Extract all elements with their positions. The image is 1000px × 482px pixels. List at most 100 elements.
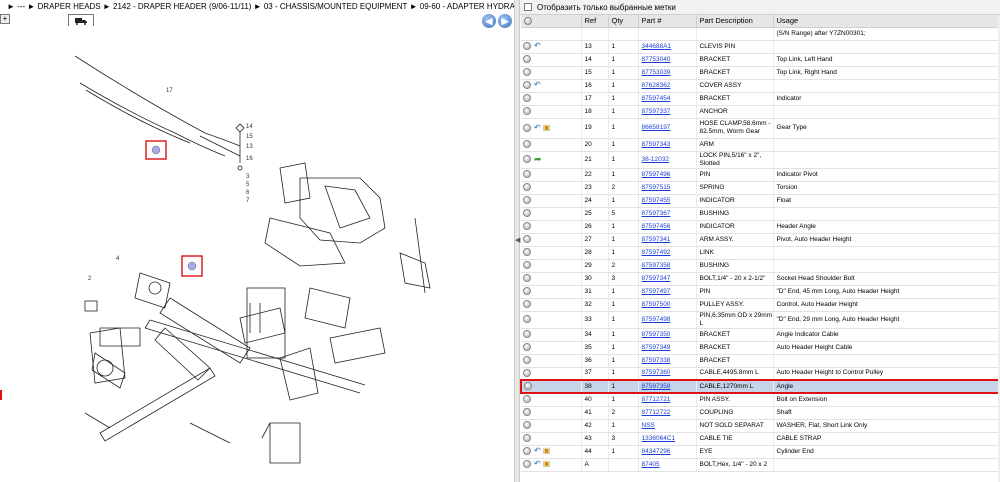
- table-row[interactable]: 43 3 1336064C1 CABLE TIE CABLE STRAP: [521, 432, 1000, 446]
- add-to-cart-icon[interactable]: [523, 343, 531, 352]
- add-to-cart-icon[interactable]: [523, 395, 531, 404]
- table-row[interactable]: 26 1 87597456 INDICATOR Header Angle: [521, 220, 1000, 234]
- replacement-arrow-icon[interactable]: ↶: [534, 460, 541, 468]
- add-to-cart-icon[interactable]: [523, 196, 531, 205]
- kit-box-icon[interactable]: ▣: [543, 123, 551, 132]
- part-number-link[interactable]: NSS: [638, 419, 697, 433]
- add-to-cart-icon[interactable]: [524, 382, 532, 391]
- part-number-link[interactable]: 87597347: [638, 272, 697, 286]
- truck-icon[interactable]: [68, 14, 94, 26]
- add-to-cart-icon[interactable]: [523, 315, 531, 324]
- part-number-link[interactable]: 38-12032: [638, 151, 697, 169]
- table-row[interactable]: 17 1 87597454 BRACKET Indicator: [521, 92, 1000, 106]
- part-number-link[interactable]: 87597338: [638, 354, 697, 368]
- part-number-link[interactable]: 87597497: [638, 285, 697, 299]
- table-row[interactable]: 40 1 87712721 PIN ASSY. Bolt on Extension: [521, 393, 1000, 407]
- column-header-description[interactable]: Part Description: [696, 15, 774, 28]
- part-number-link[interactable]: 87597492: [638, 246, 697, 260]
- table-row[interactable]: 41 2 87712722 COUPLING Shaft: [521, 406, 1000, 420]
- table-row[interactable]: 25 5 87597367 BUSHING: [521, 207, 1000, 221]
- select-all-icon[interactable]: [524, 17, 532, 26]
- part-number-link[interactable]: 87597498: [638, 311, 697, 329]
- part-number-link[interactable]: 86658197: [638, 118, 697, 139]
- breadcrumb-item-heads[interactable]: DRAPER HEADS: [38, 2, 101, 11]
- part-number-link[interactable]: 87597500: [638, 298, 697, 312]
- add-to-cart-icon[interactable]: [523, 155, 531, 164]
- table-row[interactable]: ↶ 16 1 87628362 COVER ASSY: [521, 79, 1000, 93]
- table-row[interactable]: ➦ 21 1 38-12032 LOCK PIN,5/16" x 2", Slotted: [521, 151, 1000, 169]
- add-to-cart-icon[interactable]: [523, 368, 531, 377]
- part-number-link[interactable]: 344688A1: [638, 40, 697, 54]
- table-row[interactable]: 22 1 87597496 PIN Indicator Pivot: [521, 168, 1000, 182]
- replacement-arrow-icon[interactable]: ↶: [534, 123, 541, 132]
- part-number-link[interactable]: 84347296: [638, 445, 697, 459]
- table-row[interactable]: 18 1 87597337 ANCHOR: [521, 105, 1000, 119]
- kit-box-icon[interactable]: ▣: [543, 460, 551, 468]
- table-row[interactable]: 35 1 87597349 BRACKET Auto Header Height Cab…: [521, 341, 1000, 355]
- add-to-cart-icon[interactable]: [523, 170, 531, 179]
- table-row[interactable]: 28 1 87597492 LINK: [521, 246, 1000, 260]
- part-number-link[interactable]: 87597455: [638, 194, 697, 208]
- part-number-link[interactable]: 87597359: [638, 379, 697, 394]
- table-row[interactable]: 29 2 87597358 BUSHING: [521, 259, 1000, 273]
- part-number-link[interactable]: 87597337: [638, 105, 697, 119]
- table-row[interactable]: 38 1 87597359 CABLE,1270mm L Angle: [520, 379, 1000, 394]
- add-to-cart-icon[interactable]: [523, 274, 531, 283]
- part-number-link[interactable]: 87597343: [638, 138, 697, 152]
- part-number-link[interactable]: 87597515: [638, 181, 697, 195]
- table-row[interactable]: 23 2 87597515 SPRING Torsion: [521, 181, 1000, 195]
- table-row[interactable]: 30 3 87597347 BOLT,1/4" - 20 x 2-1/2" Socket…: [521, 272, 1000, 286]
- column-header-ref[interactable]: Ref: [581, 15, 609, 28]
- part-number-link[interactable]: 1336064C1: [638, 432, 697, 446]
- table-row[interactable]: 36 1 87597338 BRACKET: [521, 354, 1000, 368]
- table-row[interactable]: 24 1 87597455 INDICATOR Float: [521, 194, 1000, 208]
- part-number-link[interactable]: 87712722: [638, 406, 697, 420]
- breadcrumb-item-chassis[interactable]: 03 - CHASSIS/MOUNTED EQUIPMENT: [264, 2, 408, 11]
- table-row[interactable]: ↶ ▣ 19 1 86658197 HOSE CLAMP,58.6mm - 82.5mm,…: [521, 118, 1000, 139]
- add-to-cart-icon[interactable]: [523, 42, 531, 51]
- add-to-cart-icon[interactable]: [523, 123, 531, 132]
- part-number-link[interactable]: 87597341: [638, 233, 697, 247]
- add-to-cart-icon[interactable]: [523, 421, 531, 430]
- breadcrumb-item-adapter[interactable]: 09-60 - ADAPTER HYDRAULIC CENTER LINK...: [420, 2, 514, 11]
- table-row[interactable]: 14 1 87753040 BRACKET Top Link, Left Hand: [521, 53, 1000, 67]
- add-to-cart-icon[interactable]: [523, 55, 531, 64]
- add-to-cart-icon[interactable]: [523, 235, 531, 244]
- table-row[interactable]: 42 1 NSS NOT SOLD SEPARAT WASHER, Flat, Shor…: [521, 419, 1000, 433]
- add-to-cart-icon[interactable]: [523, 68, 531, 77]
- table-row[interactable]: 37 1 87597360 CABLE,4495.8mm L Auto Header H…: [521, 367, 1000, 381]
- replacement-arrow-icon[interactable]: ↶: [534, 81, 541, 89]
- table-row[interactable]: ↶ ▣ A 87405 BOLT,Hex, 1/4" - 20 x 2: [521, 458, 1000, 472]
- replacement-arrow-icon[interactable]: ↶: [534, 42, 541, 50]
- part-number-link[interactable]: 87597350: [638, 328, 697, 342]
- column-header-qty[interactable]: Qty: [608, 15, 639, 28]
- table-row[interactable]: 27 1 87597341 ARM ASSY. Pivot, Auto Header H…: [521, 233, 1000, 247]
- part-number-link[interactable]: 87597496: [638, 168, 697, 182]
- add-to-cart-icon[interactable]: [523, 356, 531, 365]
- add-to-cart-icon[interactable]: [523, 209, 531, 218]
- table-row[interactable]: ↶ 13 1 344688A1 CLEVIS PIN: [521, 40, 1000, 54]
- collapse-arrow-icon[interactable]: ◀: [515, 236, 520, 246]
- part-number-link[interactable]: 87597456: [638, 220, 697, 234]
- table-row[interactable]: 31 1 87597497 PIN "D" End, 45 mm Long, Auto …: [521, 285, 1000, 299]
- add-to-cart-icon[interactable]: [523, 107, 531, 116]
- table-row[interactable]: 20 1 87597343 ARM: [521, 138, 1000, 152]
- kit-box-icon[interactable]: ▣: [543, 447, 551, 455]
- add-to-cart-icon[interactable]: [523, 140, 531, 149]
- part-number-link[interactable]: 87597367: [638, 207, 697, 221]
- add-to-cart-icon[interactable]: [523, 81, 531, 90]
- replacement-arrow-icon[interactable]: ↶: [534, 447, 541, 455]
- part-number-link[interactable]: [638, 27, 697, 41]
- add-to-cart-icon[interactable]: [523, 408, 531, 417]
- add-to-cart-icon[interactable]: [523, 248, 531, 257]
- zoom-in-icon[interactable]: +: [0, 14, 10, 24]
- parts-diagram[interactable]: 17 16 15 13 14 2 4 3 5 6 7: [0, 28, 514, 482]
- add-to-cart-icon[interactable]: [523, 447, 531, 456]
- add-to-cart-icon[interactable]: [523, 460, 531, 469]
- add-to-cart-icon[interactable]: [523, 287, 531, 296]
- part-number-link[interactable]: 87597454: [638, 92, 697, 106]
- substitute-arrow-icon[interactable]: ➦: [534, 155, 542, 164]
- column-header-part[interactable]: Part #: [638, 15, 697, 28]
- part-number-link[interactable]: 87597360: [638, 367, 697, 381]
- add-to-cart-icon[interactable]: [523, 183, 531, 192]
